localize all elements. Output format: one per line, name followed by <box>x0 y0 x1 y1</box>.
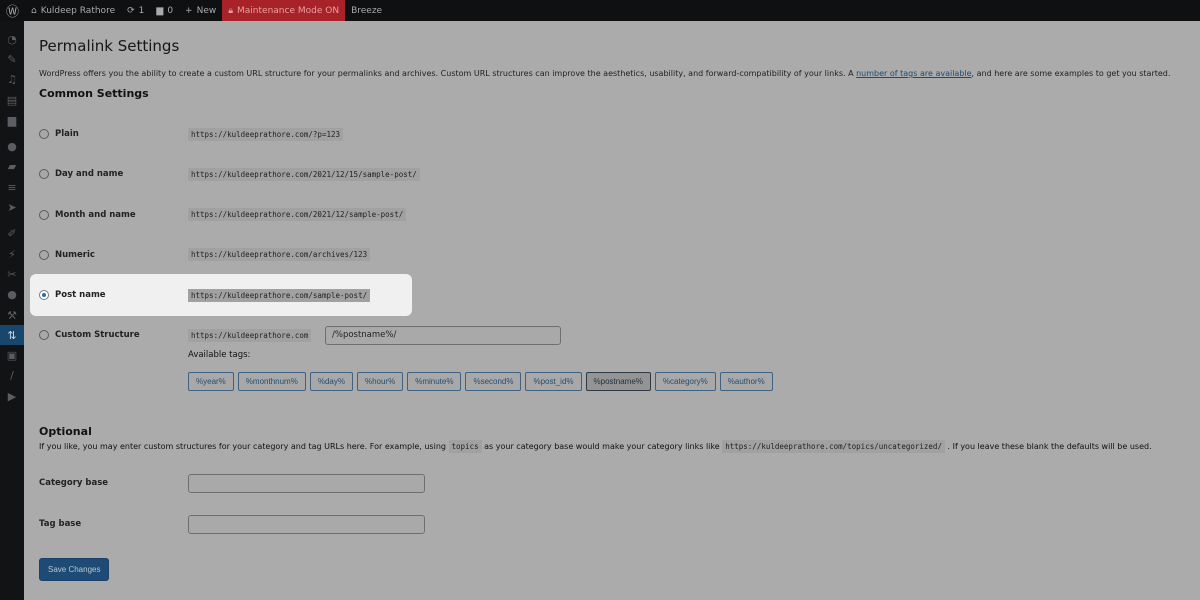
pages-icon: ▤ <box>6 93 18 107</box>
sidebar-item[interactable]: ⇅ <box>0 325 24 346</box>
sidebar-item[interactable]: ⚒ <box>0 305 24 325</box>
radio-button[interactable] <box>39 290 49 301</box>
users-icon: ● <box>7 288 17 302</box>
custom-prefix: https://kuldeeprathore.com <box>188 328 312 342</box>
updates-icon: ⟳ <box>127 5 135 16</box>
example-url: https://kuldeeprathore.com/2021/12/15/sa… <box>188 167 420 181</box>
radio-button[interactable] <box>39 249 49 260</box>
save-changes-button[interactable]: Save Changes <box>39 558 110 581</box>
sidebar-item[interactable]: ● <box>0 136 24 156</box>
sidebar-item[interactable]: / <box>0 366 24 386</box>
permalink-option[interactable]: Plain https://kuldeeprathore.com/?p=123 <box>39 124 539 144</box>
tools-icon: ⚒ <box>7 308 17 322</box>
pin-icon: ✎ <box>7 52 17 66</box>
tag-button[interactable]: %monthnum% <box>237 372 306 391</box>
option-custom-structure[interactable]: Custom Structure https://kuldeeprathore.… <box>39 325 639 345</box>
dashboard-icon: ◔ <box>7 32 17 46</box>
tag-button[interactable]: %year% <box>188 372 234 391</box>
common-settings-heading: Common Settings <box>39 87 149 100</box>
plane-icon: ➤ <box>7 201 17 215</box>
sidebar-item[interactable]: ⚡︎ <box>0 244 24 264</box>
sidebar-item[interactable]: ✎ <box>0 49 24 69</box>
folder-icon: ▰ <box>7 160 17 174</box>
vault-icon: ▣ <box>6 349 18 363</box>
comment-icon: ▆ <box>156 5 164 16</box>
media-icon: ♫ <box>7 73 17 87</box>
sidebar-item[interactable]: ✂ <box>0 264 24 284</box>
sidebar-item[interactable]: ▶ <box>0 386 24 406</box>
permalink-option[interactable]: Post name https://kuldeeprathore.com/samp… <box>39 285 539 305</box>
sidebar-item[interactable]: ➤ <box>0 197 24 217</box>
example-url: https://kuldeeprathore.com/archives/123 <box>188 248 371 262</box>
sidebar-item[interactable]: ◔ <box>0 29 24 49</box>
example-url: https://kuldeeprathore.com/2021/12/sampl… <box>188 208 407 222</box>
lock-icon: 🔒︎ <box>228 5 234 16</box>
site-name-link[interactable]: ⌂ Kuldeep Rathore <box>25 0 121 21</box>
permalink-option[interactable]: Day and name https://kuldeeprathore.com/2… <box>39 164 539 184</box>
tag-button[interactable]: %minute% <box>407 372 462 391</box>
tag-button[interactable]: %post_id% <box>525 372 582 391</box>
permalink-option[interactable]: Numeric https://kuldeeprathore.com/archiv… <box>39 245 539 265</box>
tags-link[interactable]: number of tags are available <box>856 69 971 78</box>
example-url: https://kuldeeprathore.com/sample-post/ <box>188 288 371 302</box>
tag-button[interactable]: %postname% <box>585 372 651 391</box>
play-icon: ▶ <box>7 389 17 403</box>
tag-base-row: Tag base <box>39 514 425 534</box>
sidebar-item[interactable]: ● <box>0 285 24 305</box>
brush-icon: / <box>10 369 14 383</box>
wordpress-logo-icon[interactable]: Ⓦ <box>0 0 25 21</box>
comments-link[interactable]: ▆ 0 <box>150 0 179 21</box>
permalink-option[interactable]: Month and name https://kuldeeprathore.com… <box>39 205 539 225</box>
main-content: Permalink Settings WordPress offers you … <box>39 21 1200 581</box>
new-content-link[interactable]: + New <box>179 0 222 21</box>
updates-link[interactable]: ⟳ 1 <box>121 0 150 21</box>
admin-bar: Ⓦ ⌂ Kuldeep Rathore ⟳ 1 ▆ 0 + New 🔒︎ Maintena… <box>0 0 1200 21</box>
optional-text: If you like, you may enter custom struct… <box>39 440 1152 453</box>
sidebar-item[interactable]: ♫ <box>0 70 24 90</box>
comments-icon: ▆ <box>7 113 17 127</box>
maintenance-mode-link[interactable]: 🔒︎ Maintenance Mode ON <box>222 0 346 21</box>
plus-icon: + <box>185 5 193 16</box>
intro-text: WordPress offers you the ability to crea… <box>39 69 1171 78</box>
sidebar-item[interactable]: ✐ <box>0 224 24 244</box>
plugins-icon: ⚡︎ <box>8 247 16 261</box>
tag-button[interactable]: %second% <box>465 372 522 391</box>
sidebar-item[interactable]: ▰ <box>0 157 24 177</box>
radio-button[interactable] <box>39 169 49 180</box>
tag-button[interactable]: %category% <box>654 372 716 391</box>
available-tags-label: Available tags: <box>188 350 251 360</box>
custom-structure-input[interactable]: /%postname%/ <box>325 325 561 345</box>
optional-heading: Optional <box>39 425 92 438</box>
appearance-icon: ✐ <box>7 227 17 241</box>
sidebar-item[interactable]: ▣ <box>0 345 24 365</box>
breeze-link[interactable]: Breeze <box>345 0 388 21</box>
tag-button[interactable]: %day% <box>309 372 353 391</box>
home-icon: ⌂ <box>31 5 37 16</box>
templates-icon: ≡ <box>7 180 17 194</box>
radio-button[interactable] <box>39 209 49 220</box>
tag-button[interactable]: %author% <box>719 372 773 391</box>
sidebar-item[interactable]: ▆ <box>0 110 24 130</box>
elementor-icon: ● <box>7 140 17 154</box>
sidebar-item[interactable]: ≡ <box>0 177 24 197</box>
radio-button[interactable] <box>39 129 49 139</box>
scissors-icon: ✂ <box>7 267 17 281</box>
settings-icon: ⇅ <box>7 328 17 342</box>
tag-base-input[interactable] <box>188 514 425 534</box>
sidebar-item[interactable]: ▤ <box>0 90 24 110</box>
admin-sidebar: ◔ ✎ ♫ ▤ ▆ ● ▰ ≡ ➤ ✐ ⚡︎ ✂ ● ⚒ ⇅ ▣ / ▶ <box>0 21 24 600</box>
example-url: https://kuldeeprathore.com/?p=123 <box>188 127 344 141</box>
page-title: Permalink Settings <box>39 37 180 55</box>
tag-button[interactable]: %hour% <box>356 372 404 391</box>
available-tags: %year% %monthnum% %day% %hour% %minute% %seco… <box>188 372 773 391</box>
category-base-input[interactable] <box>188 473 425 493</box>
category-base-row: Category base <box>39 473 425 493</box>
radio-custom[interactable] <box>39 330 49 340</box>
